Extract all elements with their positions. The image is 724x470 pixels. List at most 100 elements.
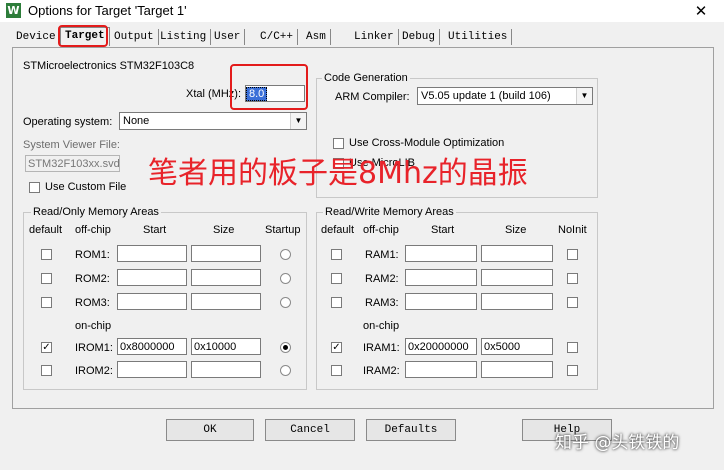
rom1-size-input[interactable] [191,245,261,262]
irom1-startup-radio[interactable] [280,342,291,353]
options-dialog: W Options for Target 'Target 1' ✕ Device… [0,0,724,470]
tab-linker[interactable]: Linker [350,29,399,45]
ram2-default-checkbox[interactable] [331,273,342,284]
iram1-start-input[interactable]: 0x20000000 [405,338,477,355]
tab-debug[interactable]: Debug [398,29,441,45]
irom2-default-checkbox[interactable] [41,365,52,376]
target-panel: STMicroelectronics STM32F103C8 Xtal (MHz… [12,47,714,409]
watermark: 知乎 @头铁铁的 [555,433,680,453]
os-select[interactable]: None ▼ [119,112,307,130]
rom1-label: ROM1: [75,249,110,261]
iram1-size-input[interactable]: 0x5000 [481,338,553,355]
rom3-default-checkbox[interactable] [41,297,52,308]
use-custom-file-label: Use Custom File [45,181,127,193]
irom2-size-input[interactable] [191,361,261,378]
keil-app-icon: W [6,3,21,18]
ram3-default-checkbox[interactable] [331,297,342,308]
ram2-label: RAM2: [365,273,399,285]
irom2-start-input[interactable] [117,361,187,378]
rom3-size-input[interactable] [191,293,261,310]
defaults-button[interactable]: Defaults [366,419,456,441]
iram2-label: IRAM2: [363,365,400,377]
rom3-start-input[interactable] [117,293,187,310]
irom1-default-checkbox[interactable]: ✓ [41,342,52,353]
compiler-select[interactable]: V5.05 update 1 (build 106) ▼ [417,87,593,105]
iram1-label: IRAM1: [363,342,400,354]
tab-device[interactable]: Device [12,29,61,45]
title-bar: W Options for Target 'Target 1' ✕ [0,0,724,22]
rom1-default-checkbox[interactable] [41,249,52,260]
tab-cpp[interactable]: C/C++ [256,29,299,45]
ram1-start-input[interactable] [405,245,477,262]
tab-asm[interactable]: Asm [302,29,331,45]
ram1-default-checkbox[interactable] [331,249,342,260]
annotation-text: 笔者用的板子是8Mhz的晶振 [148,156,528,191]
window-title: Options for Target 'Target 1' [28,3,187,18]
ram1-label: RAM1: [365,249,399,261]
ro-header-startup: Startup [265,224,301,236]
ram3-size-input[interactable] [481,293,553,310]
rw-header-start: Start [431,224,455,236]
ram1-size-input[interactable] [481,245,553,262]
rw-header-offchip: off-chip [363,224,399,236]
readwrite-title: Read/Write Memory Areas [323,206,456,218]
rom2-startup-radio[interactable] [280,273,291,284]
chevron-down-icon[interactable]: ▼ [290,113,306,129]
irom2-startup-radio[interactable] [280,365,291,376]
ram3-start-input[interactable] [405,293,477,310]
tab-output[interactable]: Output [110,29,159,45]
rom2-default-checkbox[interactable] [41,273,52,284]
compiler-value: V5.05 update 1 (build 106) [421,90,551,102]
close-icon[interactable]: ✕ [678,0,724,22]
ro-header-offchip: off-chip [75,224,111,236]
ro-header-default: default [29,224,63,236]
ro-header-size: Size [213,224,235,236]
iram1-default-checkbox[interactable]: ✓ [331,342,342,353]
rw-header-default: default [321,224,355,236]
irom2-label: IROM2: [75,365,113,377]
iram2-default-checkbox[interactable] [331,365,342,376]
tab-utilities[interactable]: Utilities [444,29,513,45]
cancel-button[interactable]: Cancel [265,419,355,441]
ram3-noinit-checkbox[interactable] [567,297,578,308]
rom3-label: ROM3: [75,297,110,309]
compiler-label: ARM Compiler: [335,91,410,103]
chevron-down-icon[interactable]: ▼ [576,88,592,104]
xtal-highlight [230,64,308,110]
iram2-size-input[interactable] [481,361,553,378]
ram1-noinit-checkbox[interactable] [567,249,578,260]
ram2-start-input[interactable] [405,269,477,286]
irom1-size-input[interactable]: 0x10000 [191,338,261,355]
irom1-start-input[interactable]: 0x8000000 [117,338,187,355]
svf-input: STM32F103xx.svd [25,155,120,172]
tab-user[interactable]: User [210,29,246,45]
os-value: None [123,115,150,127]
rom2-label: ROM2: [75,273,110,285]
svf-label: System Viewer File: [23,139,120,151]
ro-header-start: Start [143,224,167,236]
rom2-size-input[interactable] [191,269,261,286]
ram2-size-input[interactable] [481,269,553,286]
rom1-start-input[interactable] [117,245,187,262]
tab-listing[interactable]: Listing [156,29,212,45]
iram2-noinit-checkbox[interactable] [567,365,578,376]
rw-header-size: Size [505,224,527,236]
tab-strip: Device Target Output Listing User C/C++ … [12,27,712,47]
ok-button[interactable]: OK [166,419,254,441]
rw-onchip-label: on-chip [363,320,400,332]
iram2-start-input[interactable] [405,361,477,378]
iram1-noinit-checkbox[interactable] [567,342,578,353]
rom2-start-input[interactable] [117,269,187,286]
ro-onchip-label: on-chip [75,320,112,332]
rom1-startup-radio[interactable] [280,249,291,260]
device-name: STMicroelectronics STM32F103C8 [23,60,195,72]
rw-header-noinit: NoInit [558,224,587,236]
os-label: Operating system: [23,116,113,128]
rom3-startup-radio[interactable] [280,297,291,308]
target-tab-highlight [58,25,108,47]
readonly-title: Read/Only Memory Areas [31,206,161,218]
irom1-label: IROM1: [75,342,113,354]
ram3-label: RAM3: [365,297,399,309]
ram2-noinit-checkbox[interactable] [567,273,578,284]
use-custom-file-checkbox[interactable] [29,182,40,193]
